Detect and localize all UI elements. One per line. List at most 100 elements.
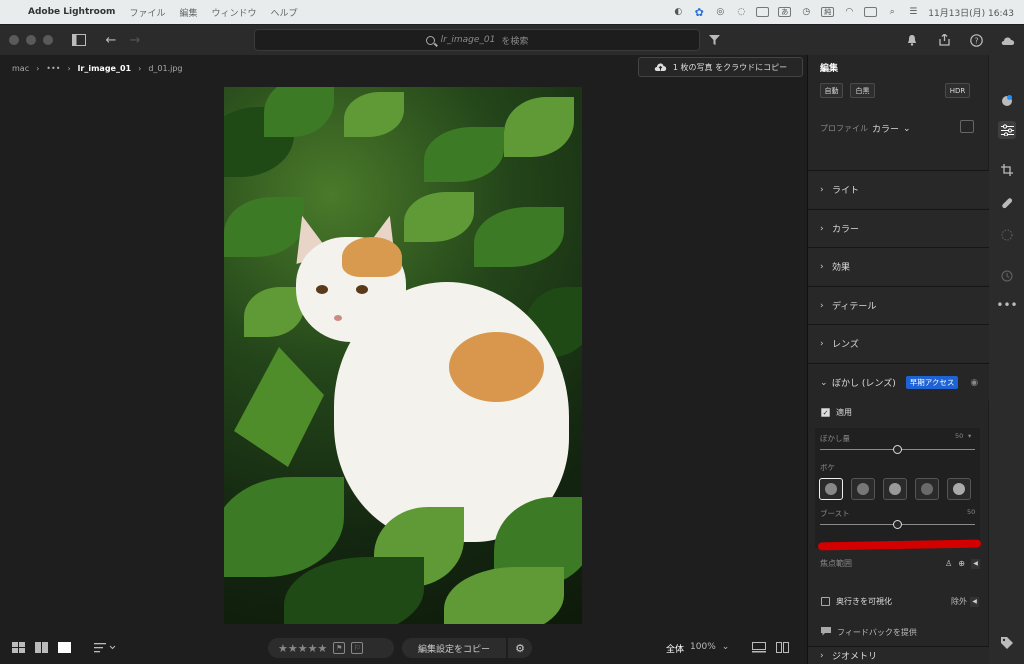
bokeh-cat-eye-button[interactable] bbox=[947, 478, 971, 500]
history-icon[interactable] bbox=[998, 267, 1016, 285]
flag-reject-icon[interactable]: ⚐ bbox=[351, 642, 364, 654]
section-lens[interactable]: › レンズ bbox=[808, 324, 989, 362]
bokeh-circle-button[interactable] bbox=[819, 478, 843, 500]
chevron-down-icon[interactable]: ▾ bbox=[968, 432, 971, 440]
breadcrumb-ellipsis[interactable]: ••• bbox=[46, 64, 60, 73]
menu-edit[interactable]: 編集 bbox=[179, 6, 197, 19]
sort-icon[interactable] bbox=[94, 642, 116, 656]
apply-checkbox-row[interactable]: ✓ 適用 bbox=[821, 407, 852, 418]
subject-focus-icon[interactable]: ♙ bbox=[945, 559, 952, 568]
boost-value[interactable]: 50 bbox=[967, 508, 975, 516]
section-lens-blur[interactable]: ⌄ ぼかし (レンズ) 早期アクセス ◉ bbox=[808, 363, 989, 401]
feedback-link[interactable]: フィードバックを提供 bbox=[821, 627, 917, 638]
section-effects[interactable]: › 効果 bbox=[808, 247, 989, 285]
status-app-icon[interactable]: ◐ bbox=[672, 7, 684, 18]
butterfly-icon[interactable]: ✿ bbox=[693, 6, 705, 19]
section-color-label: カラー bbox=[832, 225, 860, 235]
bokeh-ring-button[interactable] bbox=[915, 478, 939, 500]
wifi-icon[interactable]: ◠ bbox=[843, 7, 855, 18]
chevron-left-icon[interactable]: ◀ bbox=[970, 596, 979, 607]
menu-file[interactable]: ファイル bbox=[129, 6, 165, 19]
zoom-fit-label[interactable]: 全体 bbox=[666, 642, 684, 655]
minimize-window-icon[interactable] bbox=[26, 35, 36, 45]
breadcrumb-root[interactable]: mac bbox=[12, 64, 29, 73]
exclude-label[interactable]: 除外 bbox=[951, 596, 967, 607]
cloud-icon[interactable] bbox=[998, 30, 1018, 50]
point-focus-icon[interactable]: ⊕ bbox=[958, 559, 965, 568]
svg-text:?: ? bbox=[974, 36, 978, 45]
datetime[interactable]: 11月13日(月) 16:43 bbox=[928, 6, 1014, 19]
blur-amount-slider-thumb[interactable] bbox=[893, 445, 902, 454]
help-icon[interactable]: ? bbox=[966, 30, 986, 50]
menu-help[interactable]: ヘルプ bbox=[270, 6, 297, 19]
crop-icon[interactable] bbox=[998, 161, 1016, 179]
forward-arrow-icon[interactable]: → bbox=[125, 30, 145, 50]
section-detail-label: ディテール bbox=[832, 302, 877, 312]
apply-checkbox[interactable]: ✓ bbox=[821, 408, 830, 417]
share-icon[interactable] bbox=[934, 30, 954, 50]
creative-cloud-icon[interactable]: ◎ bbox=[714, 7, 726, 18]
ime-icon[interactable]: あ bbox=[778, 7, 792, 17]
edit-sliders-icon[interactable] bbox=[998, 121, 1016, 139]
close-window-icon[interactable] bbox=[9, 35, 19, 45]
back-arrow-icon[interactable]: ← bbox=[101, 30, 121, 50]
compare-icon[interactable] bbox=[776, 642, 789, 656]
bokeh-cat-eye-icon bbox=[953, 483, 965, 495]
photo-canvas[interactable] bbox=[224, 87, 582, 624]
copy-edit-settings-button[interactable]: 編集設定をコピー bbox=[402, 638, 506, 658]
display-icon[interactable] bbox=[756, 7, 770, 17]
chevron-left-icon[interactable]: ◀ bbox=[971, 558, 980, 569]
clock-icon[interactable]: ◷ bbox=[800, 7, 812, 18]
section-geometry[interactable]: › ジオメトリ bbox=[808, 646, 989, 664]
square-grid-view-icon[interactable] bbox=[35, 642, 48, 656]
search-suffix: を検索 bbox=[501, 36, 529, 47]
cat-patch bbox=[449, 332, 544, 402]
profile-browser-icon[interactable] bbox=[960, 120, 974, 133]
masking-icon[interactable] bbox=[998, 226, 1016, 244]
eye-icon[interactable]: ◉ bbox=[970, 378, 978, 388]
copy-edit-settings-label: 編集設定をコピー bbox=[417, 644, 490, 655]
healing-bandage-icon[interactable] bbox=[998, 194, 1016, 212]
battery-icon[interactable]: 純 bbox=[821, 7, 835, 17]
more-options-icon[interactable]: ••• bbox=[996, 296, 1017, 314]
profile-selector[interactable]: プロファイル カラー ⌄ bbox=[820, 122, 911, 136]
focus-range-label: 焦点範囲 bbox=[820, 559, 852, 568]
section-light[interactable]: › ライト bbox=[808, 170, 989, 208]
search-field[interactable]: lr_image_01 を検索 bbox=[254, 29, 700, 51]
section-detail[interactable]: › ディテール bbox=[808, 286, 989, 324]
auto-button[interactable]: 自動 bbox=[820, 83, 843, 98]
notification-bell-icon[interactable] bbox=[902, 30, 922, 50]
bokeh-blade-button[interactable] bbox=[883, 478, 907, 500]
bokeh-bubble-button[interactable] bbox=[851, 478, 875, 500]
leaf-shape bbox=[444, 567, 564, 624]
bw-button[interactable]: 白黒 bbox=[850, 83, 875, 98]
gear-icon[interactable]: ⚙ bbox=[508, 638, 532, 658]
section-color[interactable]: › カラー bbox=[808, 209, 989, 247]
filter-icon[interactable] bbox=[704, 30, 724, 50]
control-center-icon[interactable]: ☰ bbox=[907, 7, 919, 18]
blur-amount-value[interactable]: 50 bbox=[955, 432, 963, 440]
zoom-window-icon[interactable] bbox=[43, 35, 53, 45]
menu-app-name[interactable]: Adobe Lightroom bbox=[28, 7, 115, 17]
grid-view-icon[interactable] bbox=[12, 642, 25, 656]
chevron-down-icon[interactable]: ⌄ bbox=[722, 642, 730, 655]
before-after-icon[interactable] bbox=[752, 642, 766, 656]
menu-window[interactable]: ウィンドウ bbox=[211, 6, 256, 19]
flag-pick-icon[interactable]: ⚑ bbox=[333, 642, 346, 654]
hdr-button[interactable]: HDR bbox=[945, 83, 970, 98]
presets-icon[interactable] bbox=[998, 91, 1016, 109]
detail-view-icon[interactable] bbox=[58, 642, 71, 656]
leaf-shape bbox=[404, 192, 474, 242]
boost-slider-thumb[interactable] bbox=[893, 520, 902, 529]
search-icon[interactable]: ⌕ bbox=[886, 7, 898, 18]
breadcrumb-album[interactable]: lr_image_01 bbox=[78, 64, 131, 73]
tag-icon[interactable] bbox=[998, 634, 1016, 652]
visualize-depth-checkbox[interactable] bbox=[821, 597, 830, 606]
zoom-control[interactable]: 全体 100% ⌄ bbox=[666, 642, 729, 655]
star-rating[interactable]: ★★★★★ bbox=[278, 642, 327, 655]
zoom-value[interactable]: 100% bbox=[690, 642, 716, 655]
panel-toggle-icon[interactable] bbox=[69, 30, 89, 50]
keyboard-icon[interactable] bbox=[864, 7, 878, 17]
sync-icon[interactable]: ◌ bbox=[735, 7, 747, 18]
copy-to-cloud-button[interactable]: 1 枚の写真 をクラウドにコピー bbox=[638, 57, 803, 77]
